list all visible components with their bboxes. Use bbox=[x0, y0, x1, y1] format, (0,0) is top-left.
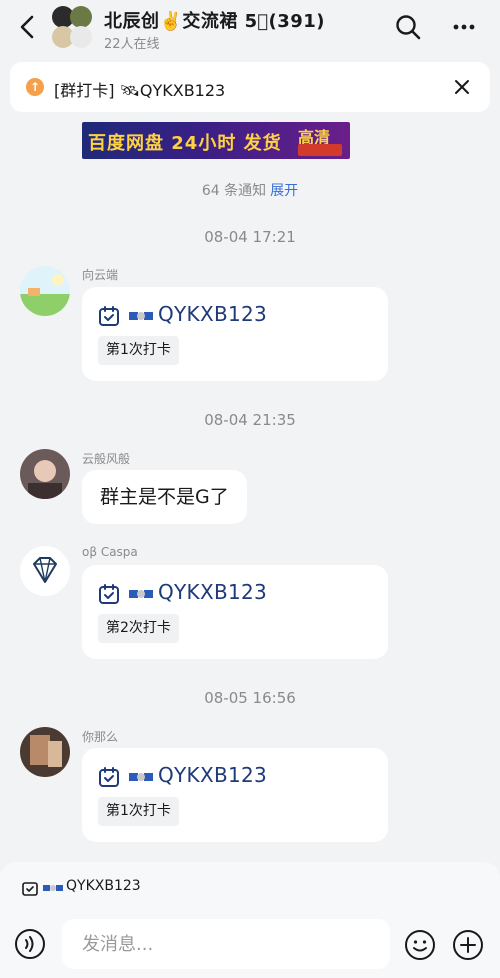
checkin-code: QYKXB123 bbox=[158, 580, 268, 604]
satellite-icon bbox=[129, 590, 153, 598]
checkin-icon bbox=[99, 584, 119, 604]
quick-checkin-code: QYKXB123 bbox=[66, 878, 141, 894]
composer: QYKXB123 bbox=[0, 862, 500, 978]
avatar[interactable] bbox=[20, 727, 70, 777]
sender-name: oβ Caspa bbox=[82, 545, 138, 559]
group-title[interactable]: 北辰创✌️交流裙 5⃣️(391) bbox=[104, 7, 325, 33]
pinned-text: [群打卡] 🛰QYKXB123 bbox=[54, 81, 226, 100]
checkin-count: 第1次打卡 bbox=[98, 797, 179, 826]
checkin-count: 第1次打卡 bbox=[98, 336, 179, 365]
satellite-icon bbox=[43, 885, 63, 891]
checkin-card[interactable]: QYKXB123 第1次打卡 bbox=[82, 748, 388, 842]
notice-count: 64 条通知 bbox=[201, 183, 267, 199]
emoji-icon[interactable] bbox=[404, 929, 436, 961]
sender-name: 你那么 bbox=[82, 730, 119, 744]
plus-icon[interactable] bbox=[452, 929, 484, 961]
diamond-icon bbox=[33, 557, 57, 583]
announcement-icon: ↑ bbox=[26, 78, 44, 96]
timestamp: 08-04 21:35 bbox=[204, 411, 296, 429]
banner-text: 百度网盘 24小时 发货 bbox=[88, 133, 282, 154]
checkin-icon bbox=[99, 306, 119, 326]
sender-name: 云般风般 bbox=[82, 452, 131, 466]
timestamp: 08-04 17:21 bbox=[204, 228, 296, 246]
checkin-count: 第2次打卡 bbox=[98, 614, 179, 643]
satellite-icon bbox=[129, 773, 153, 781]
online-count: 22人在线 bbox=[104, 37, 160, 52]
avatar[interactable] bbox=[20, 546, 70, 596]
message-bubble[interactable]: 群主是不是G了 bbox=[82, 470, 247, 524]
voice-icon[interactable] bbox=[14, 928, 46, 960]
avatar[interactable] bbox=[20, 449, 70, 499]
expand-link[interactable]: 展开 bbox=[270, 183, 298, 199]
checkin-code: QYKXB123 bbox=[158, 302, 268, 326]
ad-banner-image[interactable]: 百度网盘 24小时 发货 高清 bbox=[82, 122, 350, 159]
more-icon[interactable] bbox=[448, 13, 480, 41]
checkin-code: QYKXB123 bbox=[158, 763, 268, 787]
avatar[interactable] bbox=[20, 266, 70, 316]
checkin-icon bbox=[99, 767, 119, 787]
timestamp: 08-05 16:56 bbox=[204, 689, 296, 707]
chevron-left-icon[interactable] bbox=[14, 12, 42, 42]
notice-line: 64 条通知 展开 bbox=[0, 180, 500, 200]
pinned-announcement[interactable]: ↑ [群打卡] 🛰QYKXB123 bbox=[10, 62, 490, 112]
message-input[interactable] bbox=[62, 919, 390, 969]
group-avatar[interactable] bbox=[52, 6, 94, 48]
checkin-icon bbox=[22, 882, 38, 896]
search-icon[interactable] bbox=[394, 13, 422, 41]
sender-name: 向云端 bbox=[82, 268, 119, 282]
banner-stamp bbox=[298, 144, 342, 156]
checkin-card[interactable]: QYKXB123 第1次打卡 bbox=[82, 287, 388, 381]
satellite-icon bbox=[129, 312, 153, 320]
checkin-card[interactable]: QYKXB123 第2次打卡 bbox=[82, 565, 388, 659]
close-icon[interactable] bbox=[452, 77, 472, 97]
chat-header: 北辰创✌️交流裙 5⃣️(391) 22人在线 bbox=[0, 0, 500, 56]
